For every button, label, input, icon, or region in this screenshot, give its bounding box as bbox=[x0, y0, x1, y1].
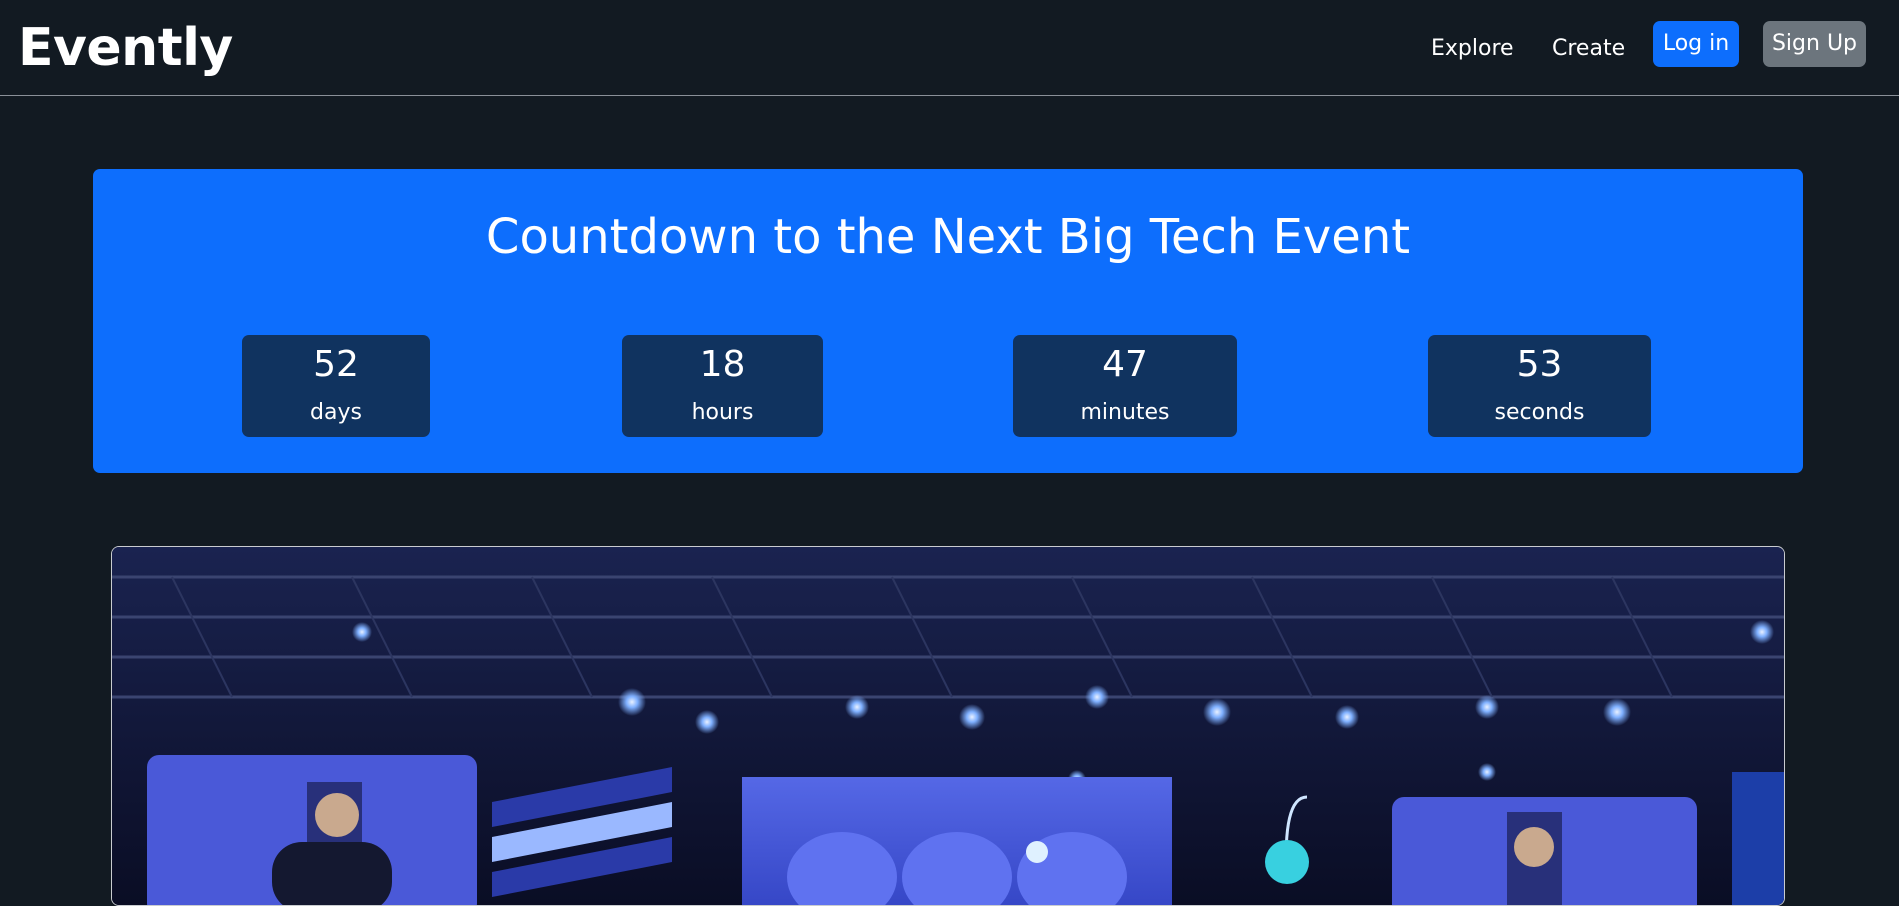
nav-link-create[interactable]: Create bbox=[1552, 34, 1625, 64]
countdown-days-box: 52 days bbox=[242, 335, 430, 437]
countdown-days-label: days bbox=[310, 400, 362, 425]
countdown-seconds-value: 53 bbox=[1516, 344, 1563, 385]
nav-link-explore[interactable]: Explore bbox=[1431, 34, 1514, 64]
countdown-days-value: 52 bbox=[313, 344, 359, 385]
stage-photo-icon bbox=[112, 547, 1784, 905]
login-button[interactable]: Log in bbox=[1653, 21, 1739, 67]
signup-button[interactable]: Sign Up bbox=[1763, 21, 1866, 67]
countdown-seconds-label: seconds bbox=[1494, 400, 1585, 425]
countdown-hours-label: hours bbox=[691, 400, 754, 425]
countdown-minutes-value: 47 bbox=[1102, 344, 1148, 385]
countdown-minutes-box: 47 minutes bbox=[1013, 335, 1237, 437]
hero-event-image bbox=[111, 546, 1785, 906]
countdown-minutes-label: minutes bbox=[1080, 400, 1170, 425]
countdown-hours-box: 18 hours bbox=[622, 335, 823, 437]
brand-logo[interactable]: Evently bbox=[18, 14, 233, 82]
countdown-title: Countdown to the Next Big Tech Event bbox=[485, 209, 1411, 265]
top-navbar: Evently Explore Create Log in Sign Up bbox=[0, 0, 1899, 96]
countdown-seconds-box: 53 seconds bbox=[1428, 335, 1651, 437]
countdown-panel: Countdown to the Next Big Tech Event 52 … bbox=[93, 169, 1803, 473]
countdown-hours-value: 18 bbox=[699, 344, 746, 385]
